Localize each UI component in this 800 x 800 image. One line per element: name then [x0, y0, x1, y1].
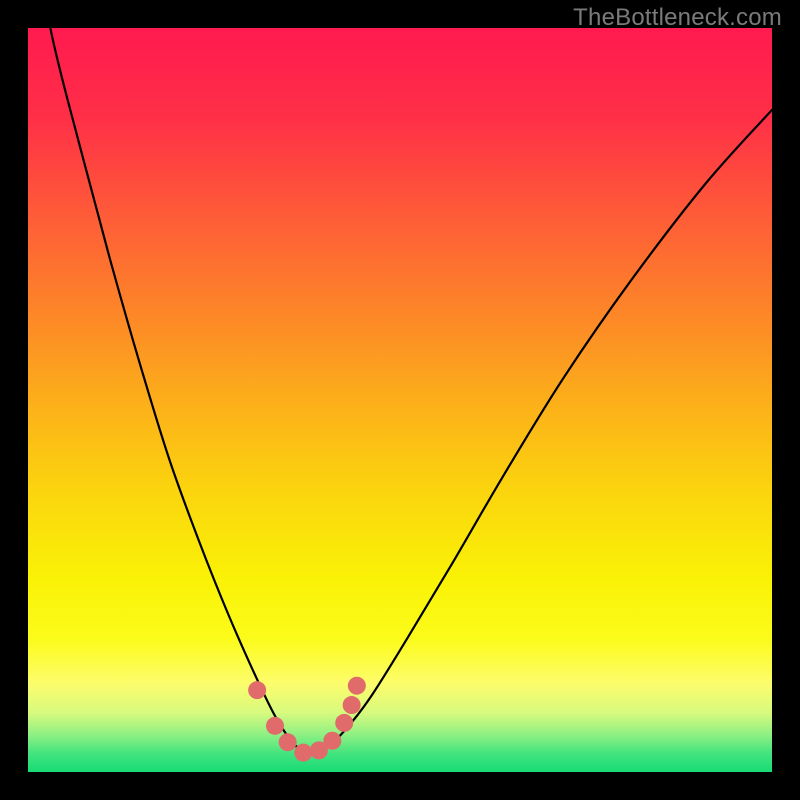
marker-point: [335, 714, 353, 732]
plot-area: [28, 28, 772, 772]
marker-point: [323, 732, 341, 750]
marker-point: [248, 681, 266, 699]
gradient-background: [28, 28, 772, 772]
marker-point: [348, 677, 366, 695]
marker-point: [279, 733, 297, 751]
chart-svg: [28, 28, 772, 772]
marker-point: [266, 717, 284, 735]
watermark-text: TheBottleneck.com: [573, 4, 782, 32]
chart-frame: TheBottleneck.com: [0, 0, 800, 800]
marker-point: [343, 696, 361, 714]
marker-point: [294, 744, 312, 762]
